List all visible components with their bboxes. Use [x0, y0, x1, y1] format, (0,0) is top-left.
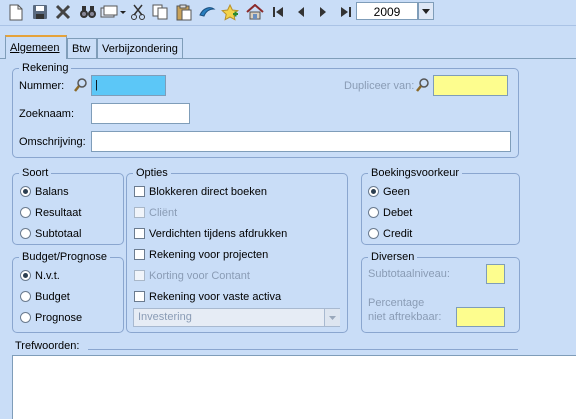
boeking-debet-label: Debet	[383, 207, 413, 219]
new-document-icon[interactable]	[6, 2, 26, 22]
tab-verbijzondering[interactable]: Verbijzondering	[97, 38, 183, 58]
boekingsvoorkeur-legend: Boekingsvoorkeur	[368, 166, 463, 180]
verdichten-checkbox[interactable]	[134, 228, 145, 239]
dupliceer-input[interactable]	[433, 75, 508, 96]
dupliceer-label: Dupliceer van:	[344, 80, 415, 92]
verdichten-label: Verdichten tijdens afdrukken	[149, 228, 288, 240]
copy-icon[interactable]	[150, 2, 170, 22]
percentage-label-line1: Percentage	[368, 297, 425, 309]
subtotaalniveau-input[interactable]	[486, 264, 505, 284]
budget-nvt-label: N.v.t.	[35, 270, 60, 282]
korting-label: Korting voor Contant	[149, 270, 250, 282]
korting-checkbox	[134, 270, 145, 281]
chevron-down-icon	[324, 309, 340, 326]
tab-label: Algemeen	[10, 42, 60, 54]
paste-icon[interactable]	[174, 2, 194, 22]
tab-btw[interactable]: Btw	[67, 38, 97, 58]
save-icon[interactable]	[30, 2, 50, 22]
blokkeren-checkbox[interactable]	[134, 186, 145, 197]
soort-subtotaal-radio[interactable]	[20, 228, 31, 239]
opties-legend: Opties	[133, 166, 171, 180]
trefwoorden-divider	[88, 349, 518, 350]
search-icon[interactable]	[74, 78, 88, 95]
cut-icon[interactable]	[128, 2, 148, 22]
budget-budget-label: Budget	[35, 291, 70, 303]
first-record-icon[interactable]	[268, 2, 288, 22]
rekening-legend: Rekening	[19, 61, 72, 75]
nummer-label: Nummer:	[19, 80, 65, 92]
soort-balans-label: Balans	[35, 186, 69, 198]
client-label: Cliënt	[149, 207, 178, 219]
omschrijving-input[interactable]	[91, 131, 511, 152]
tab-label: Verbijzondering	[102, 43, 178, 55]
client-checkbox	[134, 207, 145, 218]
diversen-legend: Diversen	[368, 250, 418, 264]
investering-select: Investering	[133, 308, 340, 327]
copy-dropdown-icon[interactable]	[100, 2, 126, 22]
search-binoculars-icon[interactable]	[78, 2, 98, 22]
soort-resultaat-radio[interactable]	[20, 207, 31, 218]
home-icon[interactable]	[245, 2, 265, 22]
projecten-label: Rekening voor projecten	[149, 249, 269, 261]
subtotaalniveau-label: Subtotaalniveau:	[368, 268, 450, 280]
budget-budget-radio[interactable]	[20, 291, 31, 302]
chevron-down-icon[interactable]	[418, 2, 434, 20]
next-record-icon[interactable]	[313, 2, 333, 22]
favorite-icon[interactable]	[220, 2, 240, 22]
search-icon[interactable]	[416, 78, 430, 95]
soort-legend: Soort	[19, 166, 52, 180]
delete-icon[interactable]	[53, 2, 73, 22]
percentage-label-line2: niet aftrekbaar:	[368, 311, 442, 323]
trefwoorden-textarea[interactable]	[12, 355, 576, 419]
budget-legend: Budget/Prognose	[19, 250, 111, 264]
nummer-caret: |	[95, 79, 98, 91]
vaste-activa-checkbox[interactable]	[134, 291, 145, 302]
tab-label: Btw	[72, 43, 91, 55]
soort-subtotaal-label: Subtotaal	[35, 228, 82, 240]
budget-prognose-radio[interactable]	[20, 312, 31, 323]
soort-balans-radio[interactable]	[20, 186, 31, 197]
boeking-credit-radio[interactable]	[368, 228, 379, 239]
percentage-input[interactable]	[456, 307, 505, 327]
zoeknaam-input[interactable]	[91, 103, 190, 124]
print-icon[interactable]	[197, 2, 217, 22]
soort-resultaat-label: Resultaat	[35, 207, 82, 219]
boeking-debet-radio[interactable]	[368, 207, 379, 218]
boeking-geen-radio[interactable]	[368, 186, 379, 197]
boeking-geen-label: Geen	[383, 186, 410, 198]
previous-record-icon[interactable]	[291, 2, 311, 22]
budget-prognose-label: Prognose	[35, 312, 83, 324]
trefwoorden-label: Trefwoorden:	[15, 340, 80, 352]
year-select[interactable]: 2009	[356, 2, 418, 20]
omschrijving-label: Omschrijving:	[19, 136, 86, 148]
investering-value: Investering	[138, 311, 192, 323]
last-record-icon[interactable]	[336, 2, 356, 22]
toolbar: 2009	[0, 0, 576, 26]
blokkeren-label: Blokkeren direct boeken	[149, 186, 268, 198]
projecten-checkbox[interactable]	[134, 249, 145, 260]
nummer-input[interactable]: |	[91, 75, 166, 96]
boeking-credit-label: Credit	[383, 228, 413, 240]
vaste-activa-label: Rekening voor vaste activa	[149, 291, 282, 303]
tab-algemeen[interactable]: Algemeen	[5, 35, 67, 59]
budget-nvt-radio[interactable]	[20, 270, 31, 281]
zoeknaam-label: Zoeknaam:	[19, 108, 75, 120]
